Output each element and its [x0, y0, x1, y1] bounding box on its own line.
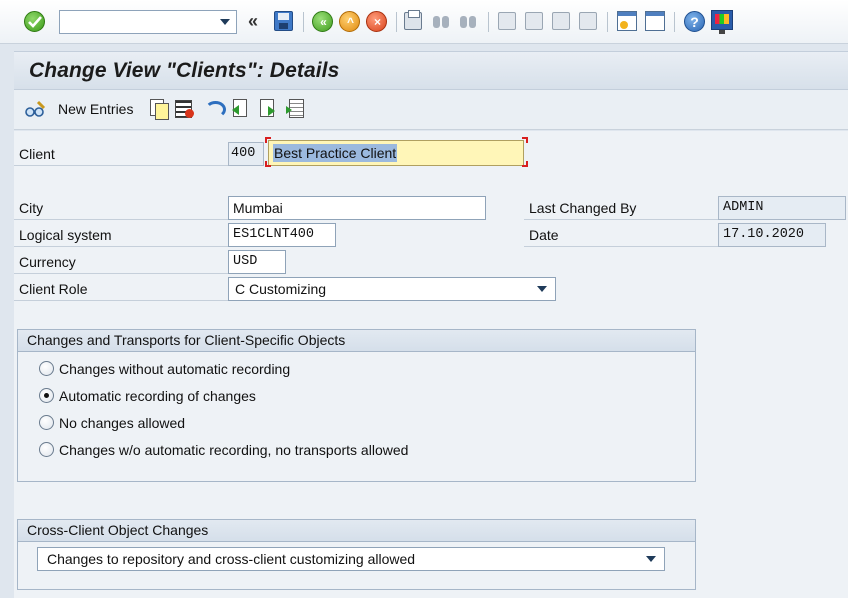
date-field: 17.10.2020 [718, 223, 826, 247]
first-page-icon[interactable] [498, 12, 516, 30]
cross-client-title: Cross-Client Object Changes [18, 520, 695, 542]
toolbar-separator [674, 12, 675, 32]
copy-as-icon[interactable] [150, 99, 169, 120]
client-number-field[interactable]: 400 [228, 142, 264, 166]
delete-icon[interactable] [175, 99, 194, 119]
other-entry-icon[interactable] [286, 99, 304, 119]
last-changed-by-label: Last Changed By [524, 196, 718, 220]
toolbar-separator [396, 12, 397, 32]
new-entries-button[interactable]: New Entries [58, 101, 133, 117]
title-bar: Change View "Clients": Details [14, 51, 848, 90]
page-title: Change View "Clients": Details [29, 59, 340, 82]
required-marker [522, 161, 528, 167]
application-toolbar: New Entries [14, 90, 848, 130]
logical-system-field[interactable]: ES1CLNT400 [228, 223, 336, 247]
required-marker [265, 137, 271, 143]
required-marker [522, 137, 528, 143]
last-page-icon[interactable] [579, 12, 597, 30]
back-icon[interactable]: « [312, 11, 333, 32]
date-label: Date [524, 223, 718, 247]
command-input[interactable] [60, 11, 210, 33]
currency-field[interactable]: USD [228, 250, 286, 274]
print-icon[interactable] [404, 10, 422, 30]
previous-page-icon[interactable] [525, 12, 543, 30]
exit-icon[interactable]: ^ [339, 11, 360, 32]
cross-client-dropdown[interactable]: Changes to repository and cross-client c… [37, 547, 665, 571]
cancel-icon[interactable]: × [366, 11, 387, 32]
system-toolbar: « « ^ × ? [0, 0, 848, 44]
currency-label: Currency [14, 250, 228, 274]
logical-system-label: Logical system [14, 223, 228, 247]
command-field[interactable] [59, 10, 237, 34]
help-icon[interactable]: ? [684, 11, 705, 32]
create-shortcut-icon[interactable] [645, 11, 665, 31]
find-next-icon[interactable] [459, 12, 477, 30]
cross-client-value: Changes to repository and cross-client c… [47, 551, 416, 567]
radio-label: No changes allowed [59, 415, 186, 431]
radio-label: Changes w/o automatic recording, no tran… [59, 442, 409, 458]
cross-client-group: Cross-Client Object Changes Changes to r… [17, 519, 696, 590]
radio-button[interactable] [39, 361, 54, 376]
client-label: Client [14, 142, 260, 166]
double-chevron-icon[interactable]: « [248, 9, 258, 33]
save-icon[interactable] [274, 11, 293, 31]
radio-label: Changes without automatic recording [59, 361, 291, 377]
toolbar-separator [607, 12, 608, 32]
enter-check-icon[interactable] [24, 11, 45, 32]
command-dropdown-icon[interactable] [220, 19, 230, 25]
undo-change-icon[interactable] [204, 99, 226, 119]
changes-transports-group: Changes and Transports for Client-Specif… [17, 329, 696, 482]
find-icon[interactable] [432, 12, 450, 30]
client-role-value: C Customizing [235, 281, 327, 297]
new-session-icon[interactable] [617, 11, 637, 31]
toolbar-separator [488, 12, 489, 32]
radio-label: Automatic recording of changes [59, 388, 256, 404]
city-label: City [14, 196, 228, 220]
detail-form: Client 400 Best Practice Client City Mum… [14, 131, 848, 598]
chevron-down-icon[interactable] [646, 556, 656, 562]
city-field[interactable]: Mumbai [228, 196, 486, 220]
next-entry-icon[interactable] [258, 99, 276, 119]
radio-button-selected[interactable] [39, 388, 54, 403]
radio-button[interactable] [39, 415, 54, 430]
toolbar-separator [303, 12, 304, 32]
display-change-icon[interactable] [24, 100, 46, 120]
customize-layout-icon[interactable] [711, 10, 733, 34]
chevron-down-icon[interactable] [537, 286, 547, 292]
next-page-icon[interactable] [552, 12, 570, 30]
client-name-text: Best Practice Client [273, 144, 398, 162]
changes-transports-title: Changes and Transports for Client-Specif… [18, 330, 695, 352]
required-marker [265, 161, 271, 167]
previous-entry-icon[interactable] [231, 99, 249, 119]
client-role-label: Client Role [14, 277, 228, 301]
client-role-dropdown[interactable]: C Customizing [228, 277, 556, 301]
radio-button[interactable] [39, 442, 54, 457]
client-name-field[interactable]: Best Practice Client [268, 140, 524, 166]
last-changed-by-field: ADMIN [718, 196, 846, 220]
